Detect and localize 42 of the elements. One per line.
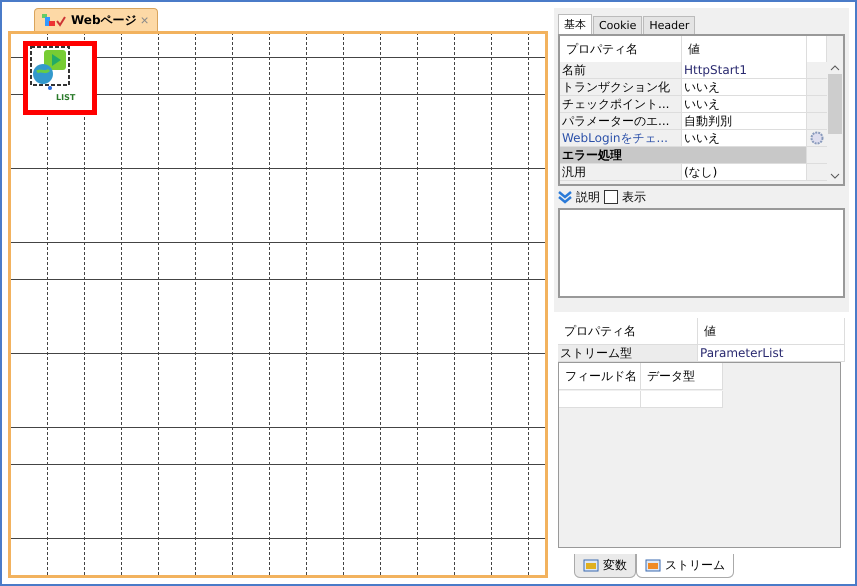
editor-tab[interactable]: Webページ × bbox=[34, 8, 158, 31]
property-name: ストリーム型 bbox=[558, 345, 698, 362]
property-tab[interactable]: Cookie bbox=[593, 16, 642, 34]
property-name: トランザクション化 bbox=[560, 79, 682, 96]
property-tab[interactable]: Header bbox=[643, 16, 696, 34]
scroll-down-icon[interactable] bbox=[830, 172, 840, 180]
column-header: プロパティ名 bbox=[558, 318, 698, 345]
gear-icon[interactable] bbox=[810, 131, 824, 145]
property-value[interactable]: 自動判別 bbox=[682, 113, 807, 130]
property-value[interactable]: (なし) bbox=[682, 164, 807, 181]
property-value[interactable]: いいえ bbox=[682, 96, 807, 113]
column-header: 値 bbox=[698, 318, 845, 345]
show-checkbox[interactable] bbox=[604, 190, 618, 204]
chevron-down-icon[interactable] bbox=[558, 190, 572, 204]
window-icon bbox=[645, 558, 661, 572]
panel-tab[interactable]: 変数 bbox=[574, 554, 636, 578]
description-label: 説明 bbox=[576, 188, 600, 206]
table-cell[interactable] bbox=[641, 391, 723, 408]
property-value[interactable]: いいえ bbox=[682, 130, 807, 147]
property-value[interactable]: いいえ bbox=[682, 79, 807, 96]
panel-tab[interactable]: ストリーム bbox=[636, 554, 734, 578]
property-name: WebLoginをチェ... bbox=[560, 130, 682, 147]
property-name: 名前 bbox=[560, 62, 682, 79]
scroll-up-icon[interactable] bbox=[830, 64, 840, 72]
table-cell[interactable] bbox=[559, 391, 641, 408]
column-header: フィールド名 bbox=[559, 363, 641, 390]
property-value[interactable]: HttpStart1 bbox=[682, 62, 807, 79]
column-header: データ型 bbox=[641, 363, 723, 390]
column-header: 値 bbox=[682, 36, 807, 63]
property-name: パラメーターのエ... bbox=[560, 113, 682, 130]
show-label: 表示 bbox=[622, 188, 646, 206]
column-header bbox=[807, 36, 827, 63]
property-name: チェックポイント... bbox=[560, 96, 682, 113]
tab-label: Webページ bbox=[71, 12, 137, 28]
property-value[interactable]: ParameterList bbox=[698, 345, 845, 362]
column-header: プロパティ名 bbox=[560, 36, 682, 63]
diagram-icon bbox=[41, 12, 67, 28]
node-label: LIST bbox=[56, 93, 76, 102]
category-row[interactable]: エラー処理 bbox=[560, 147, 807, 164]
window-icon bbox=[583, 558, 599, 572]
property-name: 汎用 bbox=[560, 164, 682, 181]
property-tab[interactable]: 基本 bbox=[558, 14, 592, 34]
